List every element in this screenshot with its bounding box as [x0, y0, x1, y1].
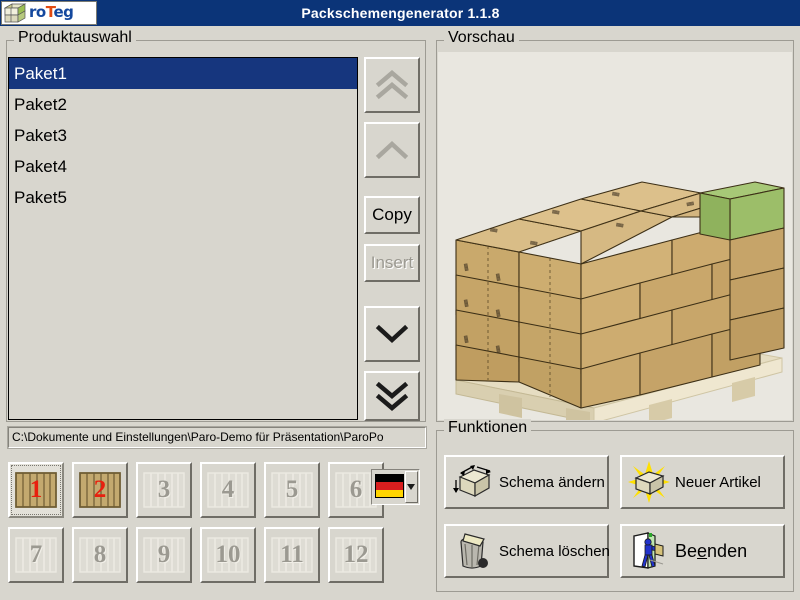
pallet-icon: 4 — [207, 470, 249, 510]
trash-can-icon — [460, 533, 488, 569]
move-to-top-button[interactable] — [364, 57, 420, 113]
pallet-button-5[interactable]: 5 — [264, 462, 320, 518]
beenden-label: Beenden — [675, 540, 748, 561]
window-title: Packschemengenerator 1.1.8 — [301, 5, 500, 21]
neuer-artikel-button[interactable]: Neuer Artikel — [620, 455, 785, 509]
functions-legend: Funktionen — [444, 419, 532, 437]
pallet-button-number: 11 — [280, 541, 304, 568]
neuer-artikel-label: Neuer Artikel — [675, 473, 761, 491]
pallet-button-3[interactable]: 3 — [136, 462, 192, 518]
title-bar: roTeg Packschemengenerator 1.1.8 — [0, 0, 800, 26]
pallet-button-number: 2 — [93, 476, 107, 503]
application-window: roTeg Packschemengenerator 1.1.8 Produkt… — [0, 0, 800, 600]
preview-legend: Vorschau — [444, 29, 519, 47]
pallet-icon: 1 — [15, 470, 57, 510]
schema-loeschen-label: Schema löschen — [499, 542, 610, 560]
pallet-button-8[interactable]: 8 — [72, 527, 128, 583]
pallet-icon: 12 — [335, 535, 377, 575]
pallet-button-2[interactable]: 2 — [72, 462, 128, 518]
list-item[interactable]: Paket3 — [9, 120, 357, 151]
move-down-button[interactable] — [364, 306, 420, 362]
german-flag-icon — [375, 474, 404, 498]
pallet-icon: 5 — [271, 470, 313, 510]
pallet-preview-canvas[interactable]: ▩▩ ▩▩ ▩▩ ▩▩ ▩▩ ▩▩ ▩▩ ▩▩ ▩▩ ▩▩ ▩▩ ▩▩ — [438, 52, 792, 420]
move-up-button[interactable] — [364, 122, 420, 178]
schema-loeschen-button[interactable]: Schema löschen — [444, 524, 610, 578]
pallet-icon: 11 — [271, 535, 313, 575]
box-dimensions-icon — [453, 465, 491, 498]
language-select[interactable] — [371, 469, 420, 505]
product-selection-legend: Produktauswahl — [14, 29, 136, 47]
exit-door-icon — [633, 532, 664, 569]
pallet-button-number: 3 — [157, 476, 171, 503]
pallet-button-number: 7 — [29, 541, 43, 568]
schema-aendern-button[interactable]: Schema ändern — [444, 455, 609, 509]
pallet-3d-render-icon: ▩▩ ▩▩ ▩▩ ▩▩ ▩▩ ▩▩ ▩▩ ▩▩ ▩▩ ▩▩ ▩▩ ▩▩ — [438, 52, 792, 420]
roteg-cube-logo-icon — [3, 3, 27, 23]
pallet-button-12[interactable]: 12 — [328, 527, 384, 583]
list-item[interactable]: Paket5 — [9, 182, 357, 213]
pallet-button-number: 8 — [93, 541, 107, 568]
pallet-icon: 7 — [15, 535, 57, 575]
copy-button[interactable]: Copy — [364, 196, 420, 234]
pallet-button-number: 1 — [29, 476, 43, 503]
pallet-button-7[interactable]: 7 — [8, 527, 64, 583]
pallet-icon: 2 — [79, 470, 121, 510]
new-box-sparkle-icon — [628, 461, 670, 503]
schema-aendern-label: Schema ändern — [499, 473, 605, 491]
pallet-button-number: 12 — [343, 541, 369, 568]
double-chevron-down-icon — [375, 381, 409, 411]
list-item[interactable]: Paket4 — [9, 151, 357, 182]
pallet-button-4[interactable]: 4 — [200, 462, 256, 518]
pallet-icon: 8 — [79, 535, 121, 575]
insert-button[interactable]: Insert — [364, 244, 420, 282]
pallet-button-number: 5 — [285, 476, 299, 503]
pallet-button-number: 10 — [215, 541, 241, 568]
pallet-icon: 10 — [207, 535, 249, 575]
chevron-down-icon[interactable] — [404, 471, 418, 503]
pallet-button-number: 9 — [157, 541, 171, 568]
pallet-button-number: 4 — [221, 476, 235, 503]
move-to-bottom-button[interactable] — [364, 371, 420, 421]
double-chevron-up-icon — [375, 70, 409, 100]
roteg-logo: roTeg — [1, 1, 97, 25]
pallet-icon: 9 — [143, 535, 185, 575]
pallet-button-11[interactable]: 11 — [264, 527, 320, 583]
list-item[interactable]: Paket1 — [9, 58, 357, 89]
pallet-button-1[interactable]: 1 — [8, 462, 64, 518]
list-item[interactable]: Paket2 — [9, 89, 357, 120]
roteg-wordmark: roTeg — [29, 2, 74, 21]
pallet-button-10[interactable]: 10 — [200, 527, 256, 583]
file-path-field[interactable]: C:\Dokumente und Einstellungen\Paro-Demo… — [7, 426, 427, 449]
product-listbox[interactable]: Paket1 Paket2 Paket3 Paket4 Paket5 — [8, 57, 358, 420]
pallet-button-9[interactable]: 9 — [136, 527, 192, 583]
chevron-up-icon — [375, 140, 409, 160]
beenden-button[interactable]: Beenden — [620, 524, 785, 578]
pallet-icon: 3 — [143, 470, 185, 510]
chevron-down-icon — [375, 324, 409, 344]
